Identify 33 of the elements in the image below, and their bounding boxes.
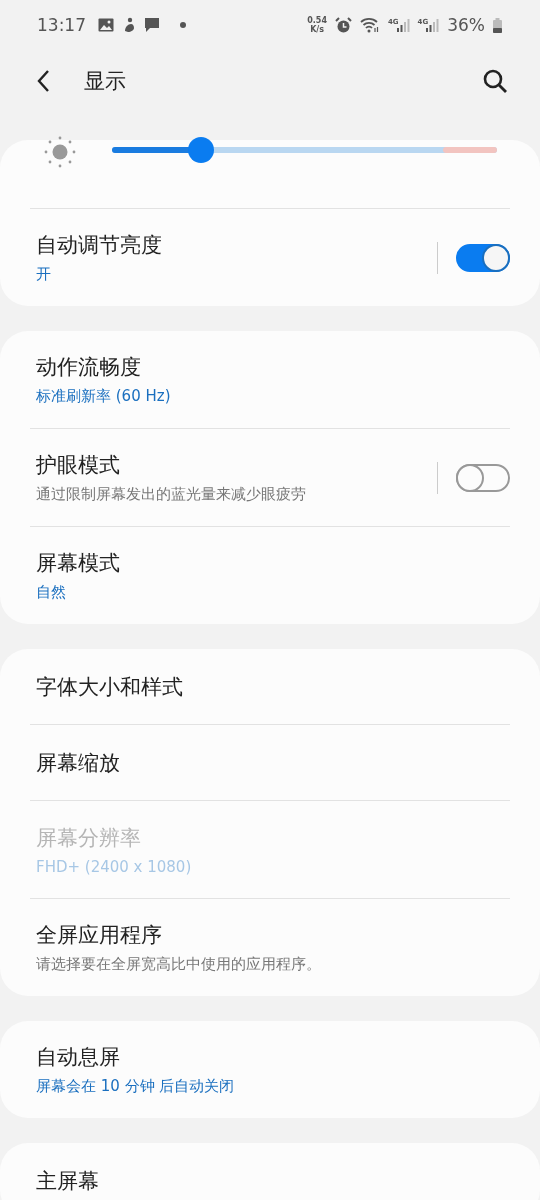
setting-title[interactable]: 全屏应用程序 bbox=[36, 921, 510, 949]
setting-summary: 自然 bbox=[36, 583, 67, 602]
image-icon bbox=[98, 18, 114, 32]
setting-summary: 屏幕会在 10 分钟 后自动关闭 bbox=[36, 1077, 236, 1096]
message-icon bbox=[144, 17, 160, 33]
setting-title[interactable]: 动作流畅度 bbox=[36, 353, 510, 381]
setting-title[interactable]: 自动息屏 bbox=[36, 1043, 510, 1071]
setting-summary: 通过限制屏幕发出的蓝光量来减少眼疲劳 bbox=[36, 485, 307, 504]
setting-title[interactable]: 护眼模式 bbox=[36, 451, 427, 479]
figure-icon bbox=[122, 17, 136, 33]
setting-title[interactable]: 自动调节亮度 bbox=[36, 231, 427, 259]
page-title: 显示 bbox=[84, 68, 126, 95]
search-button[interactable] bbox=[482, 68, 508, 94]
alarm-icon bbox=[334, 16, 352, 34]
wifi-icon bbox=[359, 17, 380, 33]
setting-summary: FHD+ (2400 x 1080) bbox=[36, 857, 193, 876]
setting-title[interactable]: 主屏幕 bbox=[36, 1166, 510, 1195]
setting-summary: 标准刷新率 (60 Hz) bbox=[36, 387, 172, 406]
notification-dot-icon bbox=[180, 22, 186, 28]
network-speed: 0.54 K/s bbox=[307, 16, 327, 34]
setting-summary: 请选择要在全屏宽高比中使用的应用程序。 bbox=[36, 955, 322, 974]
setting-title[interactable]: 屏幕缩放 bbox=[36, 748, 510, 777]
status-time: 13:17 bbox=[37, 15, 86, 35]
battery-icon bbox=[493, 17, 502, 33]
setting-title[interactable]: 字体大小和样式 bbox=[36, 672, 510, 701]
setting-title[interactable]: 屏幕模式 bbox=[36, 549, 510, 577]
setting-summary: 开 bbox=[36, 265, 52, 284]
battery-percent: 36% bbox=[447, 15, 485, 35]
brightness-icon bbox=[42, 134, 78, 170]
slider-thumb[interactable] bbox=[187, 137, 214, 163]
back-button[interactable] bbox=[36, 69, 50, 93]
toggle-switch[interactable] bbox=[456, 463, 510, 492]
toggle-switch[interactable] bbox=[456, 243, 510, 272]
